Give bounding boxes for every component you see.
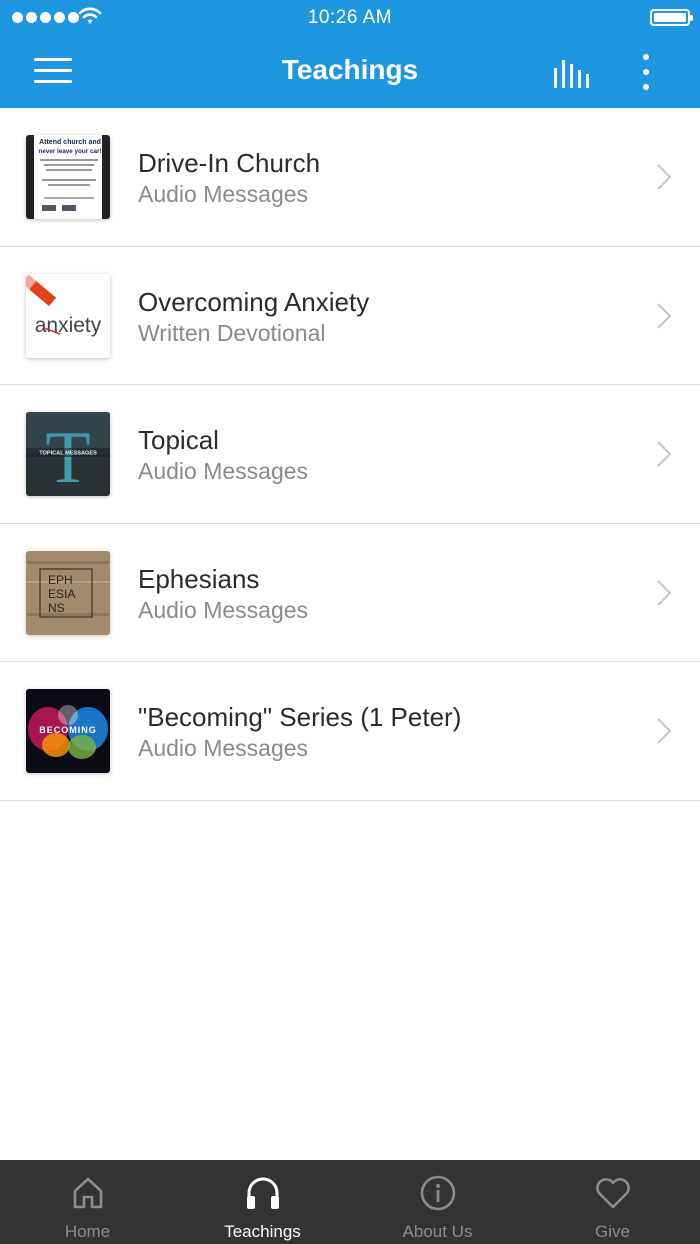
battery-icon xyxy=(650,9,693,26)
thumbnail-text: Attend church and xyxy=(39,139,101,146)
chevron-right-icon xyxy=(657,164,672,190)
item-title: Topical xyxy=(138,425,219,455)
list-item-overcoming-anxiety[interactable]: anxiety Overcoming Anxiety Written Devot… xyxy=(0,247,700,385)
tab-label: Home xyxy=(64,1222,111,1241)
item-subtitle: Audio Messages xyxy=(138,458,309,484)
heart-icon xyxy=(595,1178,630,1209)
tab-label: Give xyxy=(595,1222,630,1241)
list-item-topical[interactable]: T TOPICAL MESSAGES Topical Audio Message… xyxy=(0,385,700,524)
tab-home[interactable]: Home xyxy=(0,1160,175,1244)
thumbnail-text: BECOMING xyxy=(39,725,97,735)
item-title: "Becoming" Series (1 Peter) xyxy=(138,702,462,732)
more-options-button[interactable] xyxy=(636,52,656,92)
drive-in-church-thumbnail: Attend church and never leave your car! xyxy=(26,135,110,219)
topical-thumbnail: T TOPICAL MESSAGES xyxy=(26,412,110,496)
thumbnail-text: never leave your car! xyxy=(38,148,101,155)
tab-label: About Us xyxy=(402,1222,473,1241)
tab-bar: Home Teachings About Us Give xyxy=(0,1160,700,1244)
status-bar: 10:26 AM xyxy=(0,0,700,36)
tab-give[interactable]: Give xyxy=(525,1160,700,1244)
info-icon xyxy=(420,1175,455,1211)
overcoming-anxiety-thumbnail: anxiety xyxy=(26,273,110,358)
thumbnail-text: TOPICAL MESSAGES xyxy=(39,451,97,457)
headphones-icon xyxy=(246,1177,279,1209)
now-playing-bars-button[interactable] xyxy=(552,58,592,88)
navigation-bar: 10:26 AM Teachings xyxy=(0,0,700,108)
item-title: Drive-In Church xyxy=(138,148,321,178)
becoming-series-thumbnail: BECOMING xyxy=(26,689,110,773)
list-item-drive-in-church[interactable]: Attend church and never leave your car! … xyxy=(0,108,700,247)
item-subtitle: Audio Messages xyxy=(138,181,309,207)
thumbnail-text: NS xyxy=(48,601,65,615)
page-title: Teachings xyxy=(281,54,419,85)
thumbnail-text: ESIA xyxy=(48,587,75,601)
tab-label: Teachings xyxy=(224,1222,301,1241)
tab-teachings[interactable]: Teachings xyxy=(175,1160,350,1244)
teachings-list: Attend church and never leave your car! … xyxy=(0,108,700,801)
thumbnail-text: anxiety xyxy=(35,314,102,337)
chevron-right-icon xyxy=(657,579,672,606)
item-subtitle: Written Devotional xyxy=(138,319,326,346)
chevron-right-icon xyxy=(657,302,672,329)
home-icon xyxy=(73,1177,102,1209)
item-subtitle: Audio Messages xyxy=(138,735,309,761)
ephesians-thumbnail: EPH ESIA NS xyxy=(26,550,110,635)
list-item-ephesians[interactable]: EPH ESIA NS Ephesians Audio Messages xyxy=(0,524,700,662)
tab-about-us[interactable]: About Us xyxy=(350,1160,525,1244)
chevron-right-icon xyxy=(657,718,672,744)
thumbnail-text: EPH xyxy=(48,573,73,587)
chevron-right-icon xyxy=(657,441,672,467)
list-item-becoming-series[interactable]: BECOMING "Becoming" Series (1 Peter) Aud… xyxy=(0,662,700,801)
item-subtitle: Audio Messages xyxy=(138,596,309,623)
item-title: Ephesians xyxy=(138,563,260,594)
item-title: Overcoming Anxiety xyxy=(138,286,370,317)
status-time: 10:26 AM xyxy=(307,7,393,28)
